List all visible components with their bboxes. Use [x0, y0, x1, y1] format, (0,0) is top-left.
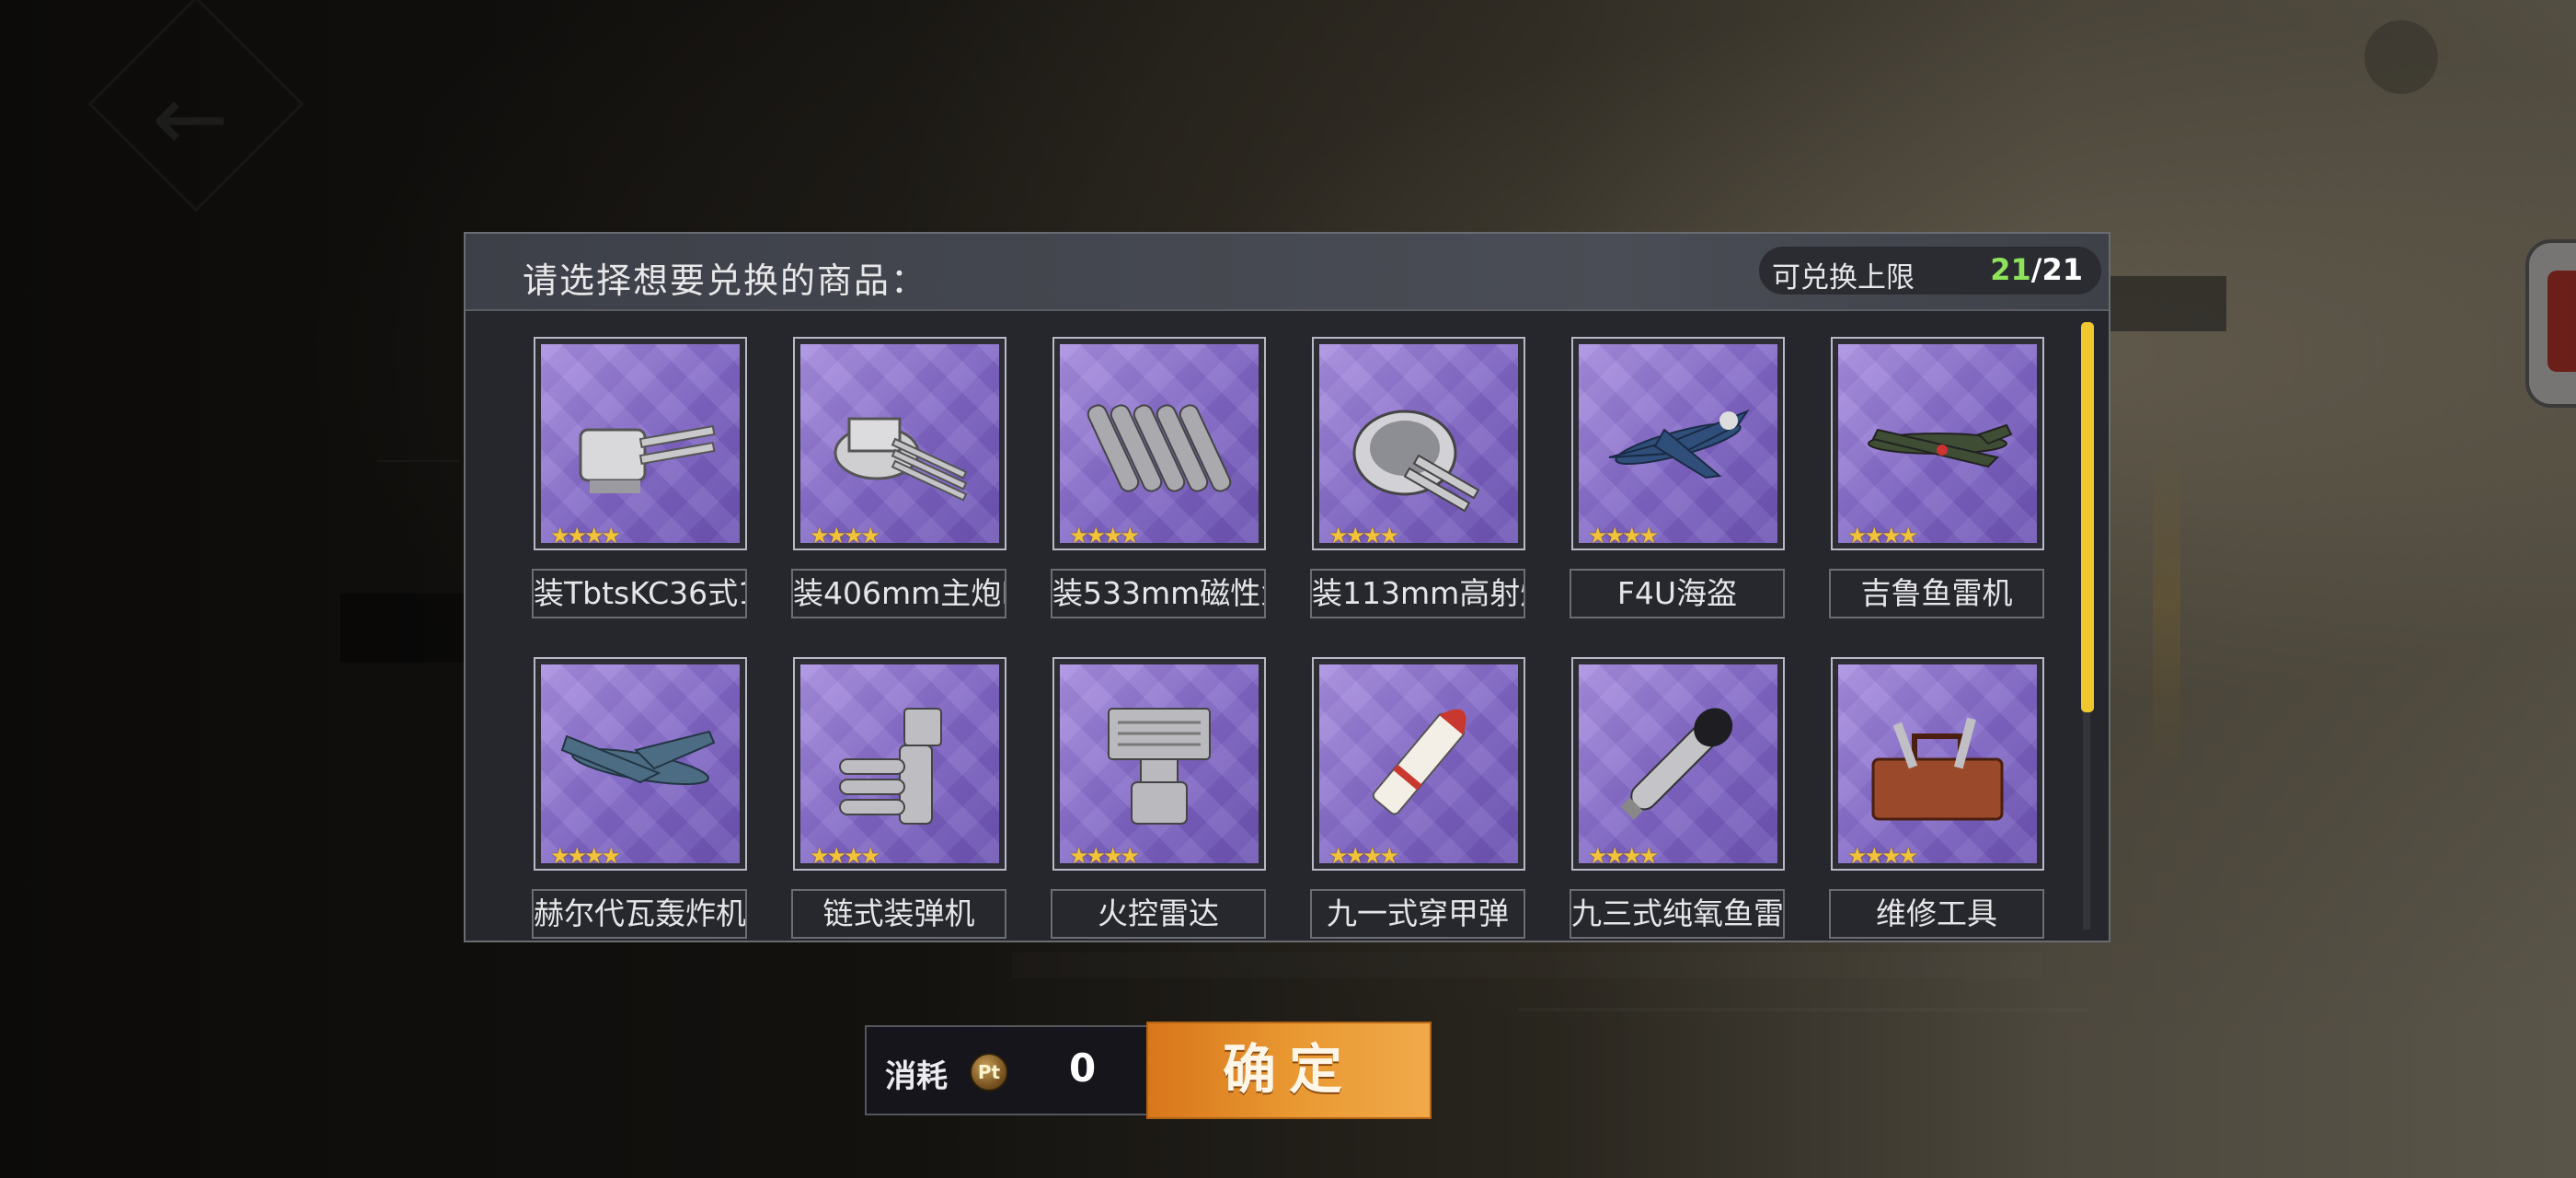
exchange-item[interactable]: ★★★★ 装406mm主炮Mk	[791, 337, 1010, 631]
exchange-item[interactable]: ★★★★ 吉鲁鱼雷机	[1829, 337, 2048, 631]
exchange-item[interactable]: ★★★★ 火控雷达	[1051, 657, 1270, 941]
dialog-header: 请选择想要兑换的商品： 可兑换上限 21/21	[466, 234, 2109, 311]
rarity-stars: ★★★★	[1328, 843, 1399, 863]
rarity-stars: ★★★★	[1588, 843, 1659, 863]
item-frame[interactable]: ★★★★	[1831, 337, 2044, 550]
item-label: 装113mm高射炮	[1310, 569, 1525, 618]
rarity-stars: ★★★★	[1069, 843, 1140, 863]
exchange-item[interactable]: ★★★★ 装TbtsKC36式150	[532, 337, 751, 631]
item-label: 装406mm主炮Mk	[791, 569, 1006, 618]
repair-toolbox-icon: ★★★★	[1838, 664, 2037, 863]
item-frame[interactable]: ★★★★	[1052, 657, 1266, 871]
item-frame[interactable]: ★★★★	[1571, 657, 1785, 871]
item-label: 九三式纯氧鱼雷	[1570, 889, 1785, 939]
item-label: 九一式穿甲弹	[1310, 889, 1525, 939]
item-label: 赫尔代瓦轰炸机	[532, 889, 747, 939]
item-label: 吉鲁鱼雷机	[1829, 569, 2044, 618]
torpedo-bomber-icon: ★★★★	[1838, 344, 2037, 543]
item-frame[interactable]: ★★★★	[1571, 337, 1785, 550]
rarity-stars: ★★★★	[810, 523, 880, 543]
bomber-plane-icon: ★★★★	[541, 664, 740, 863]
item-frame[interactable]: ★★★★	[1312, 337, 1525, 550]
oxygen-torpedo-icon: ★★★★	[1579, 664, 1777, 863]
torpedo-launcher-icon: ★★★★	[1060, 344, 1259, 543]
exchange-item[interactable]: ★★★★ 装113mm高射炮	[1310, 337, 1529, 631]
exchange-item[interactable]: ★★★★ F4U海盗	[1570, 337, 1788, 631]
rarity-stars: ★★★★	[1847, 523, 1918, 543]
item-label: 链式装弹机	[791, 889, 1006, 939]
item-frame[interactable]: ★★★★	[793, 657, 1006, 871]
fighter-plane-icon: ★★★★	[1579, 344, 1777, 543]
item-label: 火控雷达	[1051, 889, 1266, 939]
cost-panel: 消耗 Pt 0	[865, 1025, 1148, 1115]
item-label: 装TbtsKC36式150	[532, 569, 747, 618]
item-label: F4U海盗	[1570, 569, 1785, 618]
ap-shell-icon: ★★★★	[1319, 664, 1518, 863]
triple-gun-turret-icon: ★★★★	[800, 344, 999, 543]
fire-control-radar-icon: ★★★★	[1060, 664, 1259, 863]
rarity-stars: ★★★★	[550, 843, 621, 863]
exchange-limit-label: 可兑换上限	[1772, 261, 1915, 294]
scrollbar-thumb[interactable]	[2081, 322, 2094, 712]
exchange-limit-total: /21	[2030, 252, 2083, 287]
item-label: 装533mm磁性鱼雷	[1051, 569, 1266, 618]
item-frame[interactable]: ★★★★	[1312, 657, 1525, 871]
item-label: 维修工具	[1829, 889, 2044, 939]
rarity-stars: ★★★★	[1069, 523, 1140, 543]
pt-coin-icon: Pt	[970, 1053, 1008, 1091]
aa-gun-icon: ★★★★	[1319, 344, 1518, 543]
confirm-button[interactable]: 确定	[1146, 1022, 1432, 1119]
twin-gun-turret-icon: ★★★★	[541, 344, 740, 543]
cost-label: 消耗	[885, 1058, 948, 1095]
rarity-stars: ★★★★	[810, 843, 880, 863]
exchange-item[interactable]: ★★★★ 维修工具	[1829, 657, 2048, 941]
rarity-stars: ★★★★	[1328, 523, 1399, 543]
item-frame[interactable]: ★★★★	[1052, 337, 1266, 550]
exchange-limit-current: 21	[1990, 252, 2031, 287]
exchange-item[interactable]: ★★★★ 赫尔代瓦轰炸机	[532, 657, 751, 941]
exchange-limit-box: 可兑换上限 21/21	[1759, 247, 2101, 294]
rarity-stars: ★★★★	[1588, 523, 1659, 543]
item-frame[interactable]: ★★★★	[534, 657, 747, 871]
item-frame[interactable]: ★★★★	[1831, 657, 2044, 871]
item-frame[interactable]: ★★★★	[793, 337, 1006, 550]
rarity-stars: ★★★★	[1847, 843, 1918, 863]
item-frame[interactable]: ★★★★	[534, 337, 747, 550]
exchange-item[interactable]: ★★★★ 九三式纯氧鱼雷	[1570, 657, 1788, 941]
dialog-title: 请选择想要兑换的商品：	[523, 260, 928, 301]
chain-loader-icon: ★★★★	[800, 664, 999, 863]
exchange-limit-value: 21/21	[1990, 252, 2083, 287]
rarity-stars: ★★★★	[550, 523, 621, 543]
exchange-item[interactable]: ★★★★ 链式装弹机	[791, 657, 1010, 941]
cost-value: 0	[1069, 1045, 1097, 1091]
exchange-item[interactable]: ★★★★ 装533mm磁性鱼雷	[1051, 337, 1270, 631]
exchange-item[interactable]: ★★★★ 九一式穿甲弹	[1310, 657, 1529, 941]
exchange-dialog: 请选择想要兑换的商品： 可兑换上限 21/21 ★★★★ 装TbtsKC36式15…	[464, 232, 2110, 942]
item-list[interactable]: ★★★★ 装TbtsKC36式150 ★★★★ 装406mm主炮Mk ★★★★ 装533m…	[466, 311, 2085, 941]
